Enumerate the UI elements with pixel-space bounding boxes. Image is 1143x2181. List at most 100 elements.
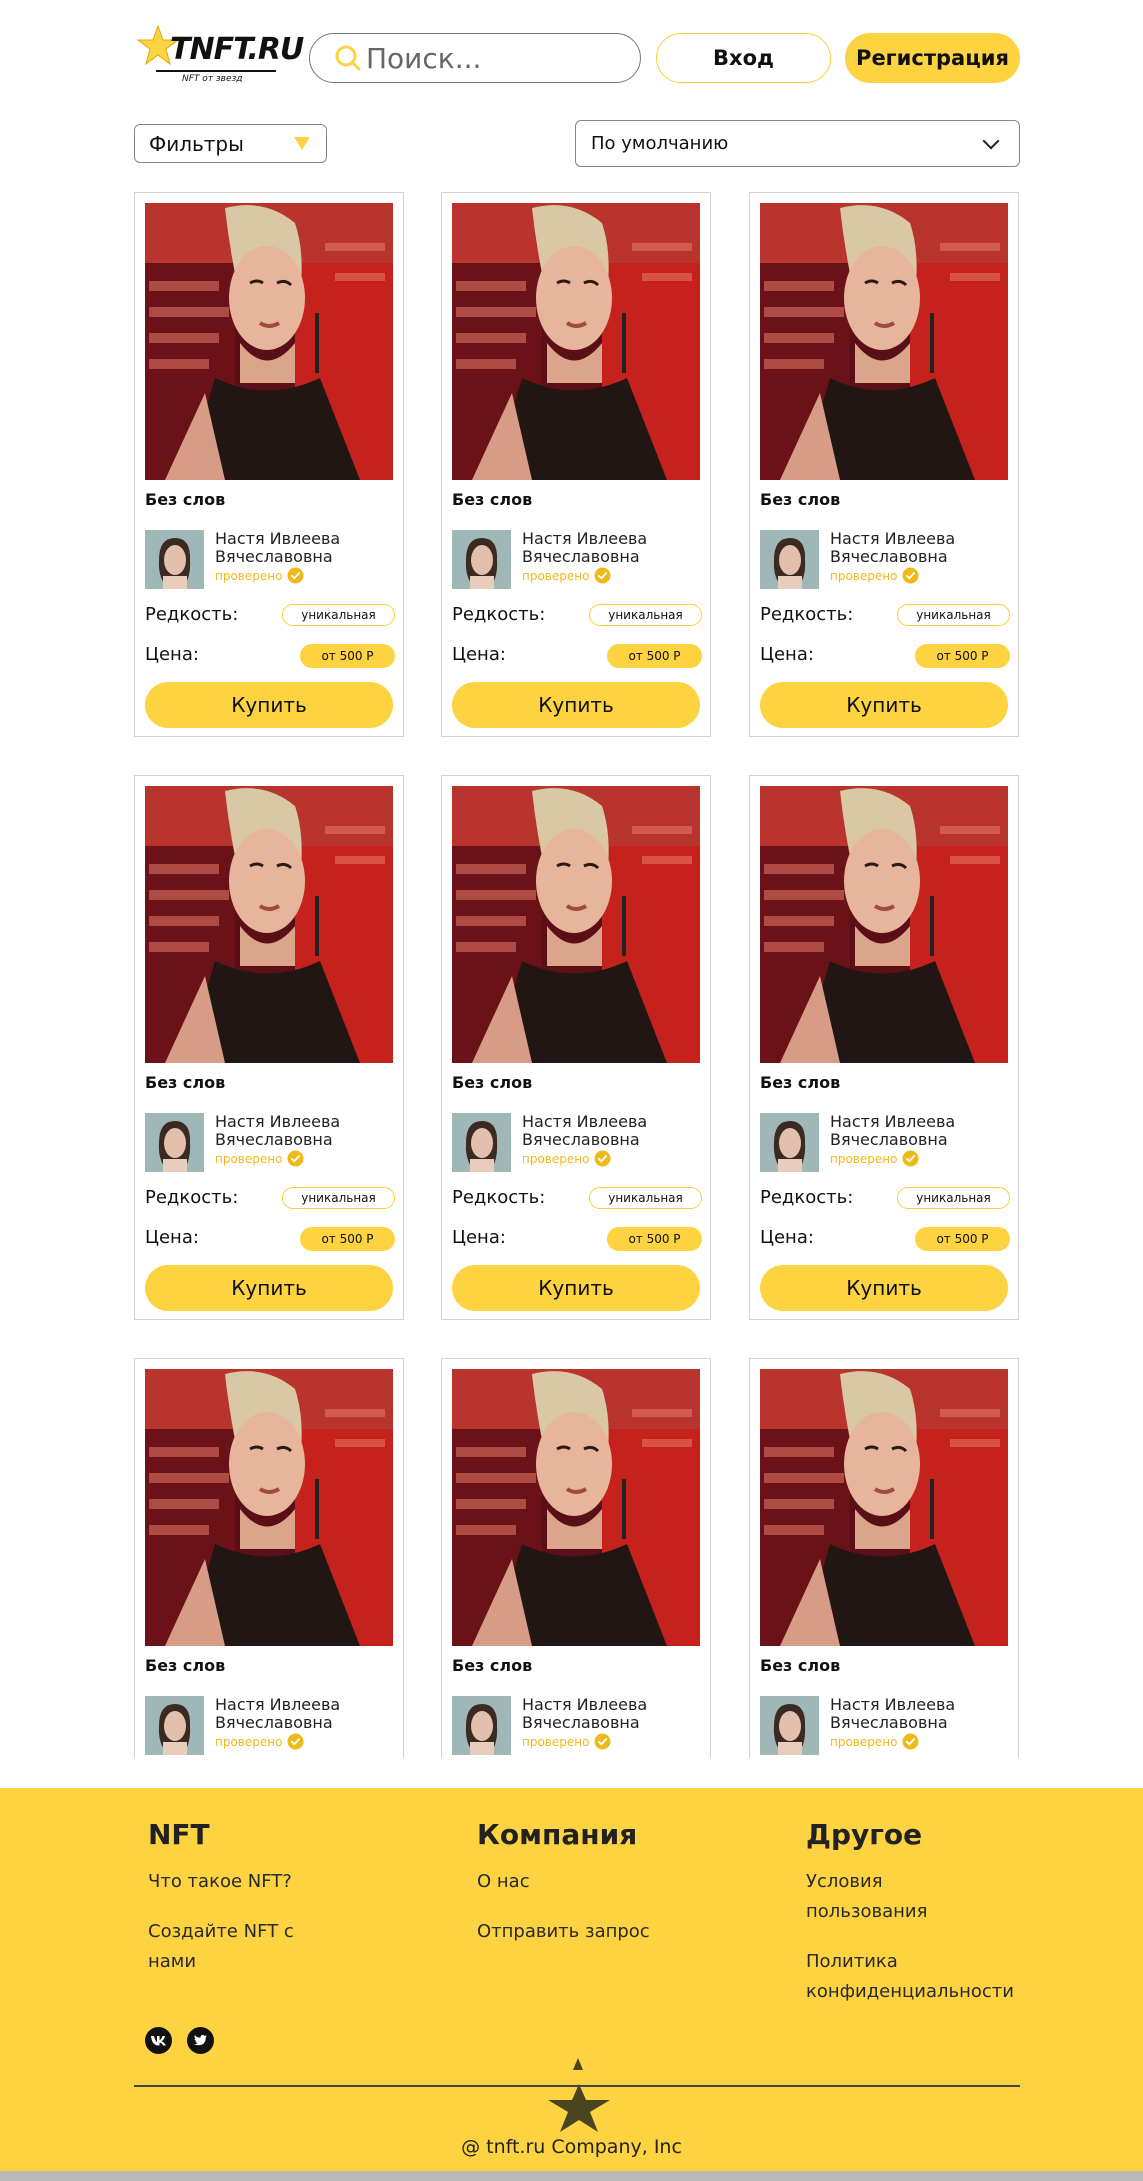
nft-card[interactable]: Без слов Настя Ивлеева Вячеславовна пров… [749,775,1019,1320]
verified-badge: проверено [522,1733,611,1750]
buy-button[interactable]: Купить [145,1265,393,1311]
verified-label: проверено [215,1734,283,1749]
rarity-badge: уникальная [589,1187,702,1209]
verified-label: проверено [215,1151,283,1166]
buy-button[interactable]: Купить [452,682,700,728]
nft-title: Без слов [452,1073,533,1092]
author-name-line2: Вячеславовна [215,547,333,566]
nft-photo [452,786,700,1063]
author-name[interactable]: Настя Ивлеева Вячеславовна [522,1113,702,1149]
author-name-line1: Настя Ивлеева [522,1695,648,1714]
author-name-line2: Вячеславовна [830,1713,948,1732]
filters-label: Фильтры [149,131,244,156]
verified-label: проверено [215,568,283,583]
author-avatar[interactable] [760,1696,819,1755]
author-name[interactable]: Настя Ивлеева Вячеславовна [522,530,702,566]
author-avatar-image [452,1113,511,1172]
search-icon [335,45,361,71]
nft-card[interactable]: Без слов Настя Ивлеева Вячеславовна пров… [749,192,1019,737]
footer-link-terms[interactable]: Условия пользования [806,1867,936,1927]
nft-card[interactable]: Без слов Настя Ивлеева Вячеславовна пров… [441,192,711,737]
verified-label: проверено [830,1734,898,1749]
author-name-line2: Вячеславовна [830,1130,948,1149]
rarity-badge: уникальная [282,1187,395,1209]
rarity-label: Редкость: [760,1187,854,1208]
author-name[interactable]: Настя Ивлеева Вячеславовна [522,1696,702,1732]
search-box[interactable] [309,33,641,83]
footer-link-privacy[interactable]: Политика конфиденциальности [806,1947,1036,2007]
twitter-icon[interactable] [187,2027,214,2054]
nft-photo [145,1369,393,1646]
author-name-line2: Вячеславовна [830,547,948,566]
nft-image[interactable] [452,1369,700,1646]
price-label: Цена: [145,1227,199,1248]
author-avatar[interactable] [760,1113,819,1172]
rarity-label: Редкость: [452,604,546,625]
login-button[interactable]: Вход [656,33,831,83]
footer-heading-nft: NFT [148,1818,210,1851]
author-name[interactable]: Настя Ивлеева Вячеславовна [830,1113,1010,1149]
author-name-line2: Вячеславовна [522,1130,640,1149]
buy-button[interactable]: Купить [760,682,1008,728]
author-avatar[interactable] [452,1113,511,1172]
nft-card[interactable]: Без слов Настя Ивлеева Вячеславовна пров… [134,775,404,1320]
nft-title: Без слов [452,490,533,509]
nft-card[interactable]: Без слов Настя Ивлеева Вячеславовна пров… [441,1358,711,1758]
nft-image[interactable] [452,786,700,1063]
author-avatar[interactable] [452,530,511,589]
author-avatar[interactable] [145,1113,204,1172]
author-name[interactable]: Настя Ивлеева Вячеславовна [215,1113,395,1149]
nft-card[interactable]: Без слов Настя Ивлеева Вячеславовна пров… [134,192,404,737]
verified-check-icon [287,567,304,584]
nft-title: Без слов [145,1073,226,1092]
verified-check-icon [902,1733,919,1750]
buy-button[interactable]: Купить [760,1265,1008,1311]
nft-image[interactable] [760,1369,1008,1646]
price-label: Цена: [760,1227,814,1248]
buy-button[interactable]: Купить [452,1265,700,1311]
rarity-badge: уникальная [897,1187,1010,1209]
author-avatar[interactable] [760,530,819,589]
nft-card[interactable]: Без слов Настя Ивлеева Вячеславовна пров… [441,775,711,1320]
nft-card[interactable]: Без слов Настя Ивлеева Вячеславовна пров… [134,1358,404,1758]
filters-dropdown[interactable]: Фильтры [134,124,327,163]
vk-icon[interactable] [145,2027,172,2054]
author-name-line2: Вячеславовна [522,547,640,566]
nft-image[interactable] [760,786,1008,1063]
author-avatar-image [452,530,511,589]
author-name-line1: Настя Ивлеева [215,1695,341,1714]
sort-select[interactable]: По умолчанию [575,120,1020,167]
author-name[interactable]: Настя Ивлеева Вячеславовна [830,530,1010,566]
author-avatar-image [760,1696,819,1755]
author-name[interactable]: Настя Ивлеева Вячеславовна [830,1696,1010,1732]
nft-photo [760,203,1008,480]
nft-image[interactable] [145,203,393,480]
footer-heading-other: Другое [806,1818,923,1851]
rarity-badge: уникальная [589,604,702,626]
nft-title: Без слов [760,1073,841,1092]
footer-link-create-nft[interactable]: Создайте NFT с нами [148,1917,318,1977]
author-name[interactable]: Настя Ивлеева Вячеславовна [215,530,395,566]
footer-link-send-request[interactable]: Отправить запрос [477,1917,717,1947]
nft-card[interactable]: Без слов Настя Ивлеева Вячеславовна пров… [749,1358,1019,1758]
footer-link-what-is-nft[interactable]: Что такое NFT? [148,1867,318,1897]
site-logo[interactable]: TNFT.RU NFT от звезд [136,24,304,86]
nft-photo [452,1369,700,1646]
verified-badge: проверено [522,567,611,584]
price-label: Цена: [452,644,506,665]
author-avatar[interactable] [145,530,204,589]
search-input[interactable] [366,41,616,75]
nft-image[interactable] [145,1369,393,1646]
author-avatar[interactable] [145,1696,204,1755]
author-name[interactable]: Настя Ивлеева Вячеславовна [215,1696,395,1732]
nft-image[interactable] [452,203,700,480]
register-button[interactable]: Регистрация [845,33,1020,83]
footer-link-about[interactable]: О нас [477,1867,717,1897]
author-avatar-image [145,1113,204,1172]
nft-image[interactable] [760,203,1008,480]
author-avatar-image [452,1696,511,1755]
verified-check-icon [287,1733,304,1750]
nft-image[interactable] [145,786,393,1063]
author-avatar[interactable] [452,1696,511,1755]
buy-button[interactable]: Купить [145,682,393,728]
